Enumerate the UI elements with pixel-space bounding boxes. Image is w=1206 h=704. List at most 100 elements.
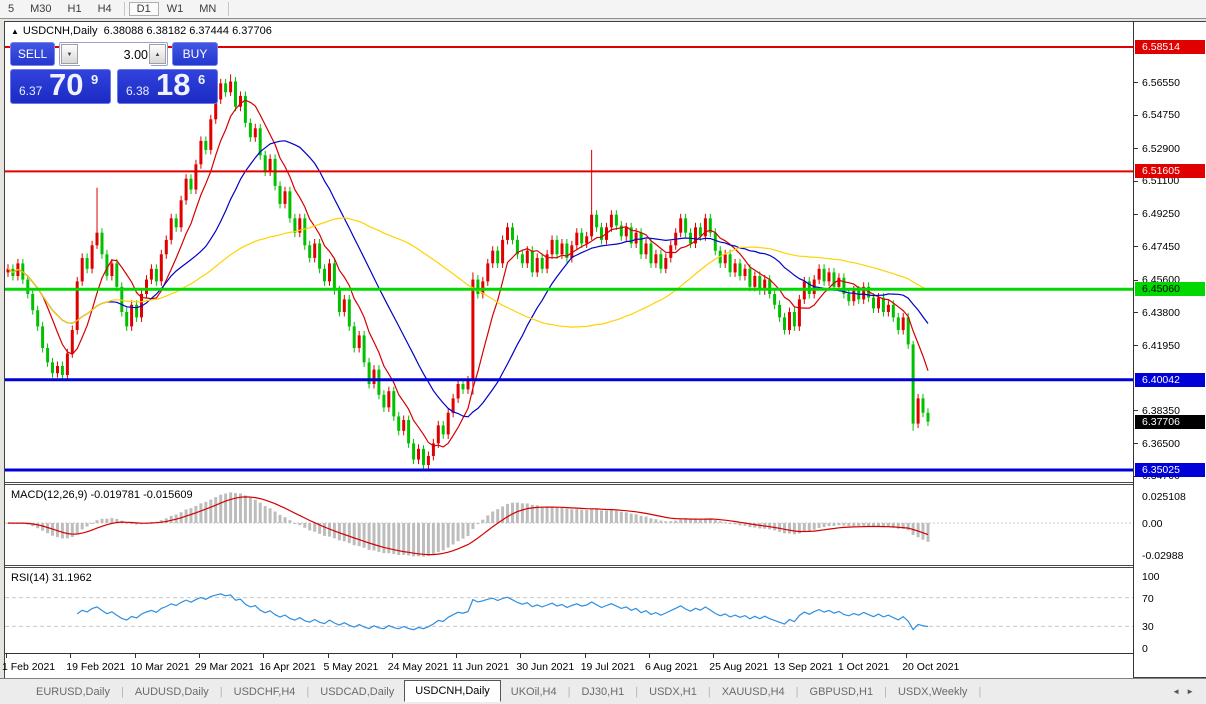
price-tick-label: 6.36500 <box>1142 438 1180 450</box>
date-label: 20 Oct 2021 <box>902 661 959 673</box>
rsi-line <box>77 594 928 630</box>
macd-axis-label: 0.025108 <box>1142 491 1186 503</box>
tab-xauusd[interactable]: XAUUSD,H4 <box>712 682 795 702</box>
timeframe-button-m30[interactable]: M30 <box>22 2 59 16</box>
sell-price-box[interactable]: 6.37 70 9 <box>10 69 111 104</box>
buy-button[interactable]: BUY <box>172 42 218 66</box>
buy-price-box[interactable]: 6.38 18 6 <box>117 69 218 104</box>
ma-line-8 <box>8 100 928 447</box>
macd-label: MACD(12,26,9) -0.019781 -0.015609 <box>11 489 193 501</box>
rsi-label: RSI(14) 31.1962 <box>11 572 92 584</box>
price-tick-dash <box>1134 115 1138 116</box>
tab-separator: | <box>977 686 982 698</box>
price-tick-label: 6.56550 <box>1142 77 1180 89</box>
price-tick-dash <box>1134 214 1138 215</box>
date-tick <box>392 654 393 658</box>
date-tick <box>778 654 779 658</box>
macd-axis-label: -0.02988 <box>1142 550 1183 562</box>
tab-usdcad[interactable]: USDCAD,Daily <box>310 682 404 702</box>
date-tick <box>199 654 200 658</box>
date-tick <box>135 654 136 658</box>
tab-usdchf[interactable]: USDCHF,H4 <box>224 682 306 702</box>
pane-splitter-macd[interactable] <box>5 482 1206 485</box>
price-badge: 6.40042 <box>1135 373 1205 387</box>
rsi-axis-label: 100 <box>1142 571 1160 583</box>
date-tick <box>906 654 907 658</box>
date-tick <box>263 654 264 658</box>
timeframe-button-h1[interactable]: H1 <box>60 2 90 16</box>
tab-eurusd[interactable]: EURUSD,Daily <box>26 682 120 702</box>
rsi-axis-label: 0 <box>1142 643 1148 655</box>
rsi-axis-label: 70 <box>1142 593 1154 605</box>
tab-scroll-left-icon[interactable]: ◄ <box>1172 687 1186 696</box>
price-tick-dash <box>1134 82 1138 83</box>
sell-price-big: 70 <box>49 67 83 103</box>
date-label: 10 Mar 2021 <box>131 661 190 673</box>
price-tick-dash <box>1134 443 1138 444</box>
buy-price-small: 6.38 <box>126 84 149 98</box>
price-badge: 6.35025 <box>1135 463 1205 477</box>
tab-usdx[interactable]: USDX,H1 <box>639 682 707 702</box>
timeframe-button-h4[interactable]: H4 <box>90 2 120 16</box>
macd-axis-label: 0.00 <box>1142 518 1162 530</box>
price-tick-dash <box>1134 280 1138 281</box>
date-axis[interactable]: 1 Feb 2021 19 Feb 2021 10 Mar 2021 29 Mar 2… <box>5 653 1133 678</box>
date-tick <box>520 654 521 658</box>
tab-dj30[interactable]: DJ30,H1 <box>571 682 634 702</box>
price-axis[interactable]: 6.565506.547506.529006.511006.492506.474… <box>1133 22 1206 677</box>
price-badge: 6.37706 <box>1135 415 1205 429</box>
price-tick-label: 6.54750 <box>1142 109 1180 121</box>
date-label: 30 Jun 2021 <box>516 661 574 673</box>
sell-price-small: 6.37 <box>19 84 42 98</box>
tab-gbpusd[interactable]: GBPUSD,H1 <box>800 682 884 702</box>
date-label: 25 Aug 2021 <box>709 661 768 673</box>
date-tick <box>649 654 650 658</box>
tab-usdcnh[interactable]: USDCNH,Daily <box>404 680 501 702</box>
volume-increase-icon[interactable]: ▲ <box>149 44 166 64</box>
macd-histogram <box>7 492 930 556</box>
tab-usdx[interactable]: USDX,Weekly <box>888 682 977 702</box>
price-tick-label: 6.49250 <box>1142 208 1180 220</box>
date-label: 29 Mar 2021 <box>195 661 254 673</box>
date-label: 24 May 2021 <box>388 661 449 673</box>
buy-price-big: 18 <box>156 67 190 103</box>
tab-scroll-right-icon[interactable]: ► <box>1186 687 1200 696</box>
price-badge: 6.51605 <box>1135 164 1205 178</box>
date-tick <box>713 654 714 658</box>
date-label: 19 Feb 2021 <box>66 661 125 673</box>
date-label: 16 Apr 2021 <box>259 661 316 673</box>
date-tick <box>70 654 71 658</box>
date-label: 1 Feb 2021 <box>2 661 55 673</box>
sell-button[interactable]: SELL <box>10 42 55 66</box>
volume-input[interactable] <box>80 44 151 66</box>
timeframe-button-w1[interactable]: W1 <box>159 2 192 16</box>
price-tick-label: 6.47450 <box>1142 241 1180 253</box>
price-tick-dash <box>1134 246 1138 247</box>
timeframe-button-d1[interactable]: D1 <box>129 2 159 16</box>
chart-window[interactable]: ▲USDCNH,Daily 6.38088 6.38182 6.37444 6.… <box>4 21 1206 678</box>
timeframe-button-mn[interactable]: MN <box>191 2 224 16</box>
rsi-pane[interactable] <box>5 569 1133 653</box>
symbol-tab-bar: EURUSD,Daily|AUDUSD,Daily|USDCHF,H4|USDC… <box>0 678 1206 704</box>
timeframe-toolbar: 5M30H1H4 D1W1MN <box>0 0 1206 19</box>
price-badge: 6.45060 <box>1135 282 1205 296</box>
price-tick-dash <box>1134 181 1138 182</box>
price-tick-label: 6.43800 <box>1142 307 1180 319</box>
pane-splitter-rsi[interactable] <box>5 565 1206 568</box>
date-label: 11 Jun 2021 <box>452 661 509 673</box>
price-tick-dash <box>1134 148 1138 149</box>
toolbar-separator <box>228 2 229 16</box>
toolbar-separator <box>124 2 125 16</box>
timeframe-button-5[interactable]: 5 <box>0 2 22 16</box>
rsi-axis-label: 30 <box>1142 621 1154 633</box>
date-tick <box>456 654 457 658</box>
volume-decrease-icon[interactable]: ▼ <box>61 44 78 64</box>
one-click-trading-panel: SELL ▼ ▲ BUY 6.37 70 9 6.38 18 6 <box>10 42 218 122</box>
price-tick-label: 6.52900 <box>1142 143 1180 155</box>
tab-audusd[interactable]: AUDUSD,Daily <box>125 682 219 702</box>
date-tick <box>328 654 329 658</box>
date-tick <box>585 654 586 658</box>
price-tick-dash <box>1134 410 1138 411</box>
sell-price-sup: 9 <box>91 72 98 87</box>
tab-ukoil[interactable]: UKOil,H4 <box>501 682 567 702</box>
